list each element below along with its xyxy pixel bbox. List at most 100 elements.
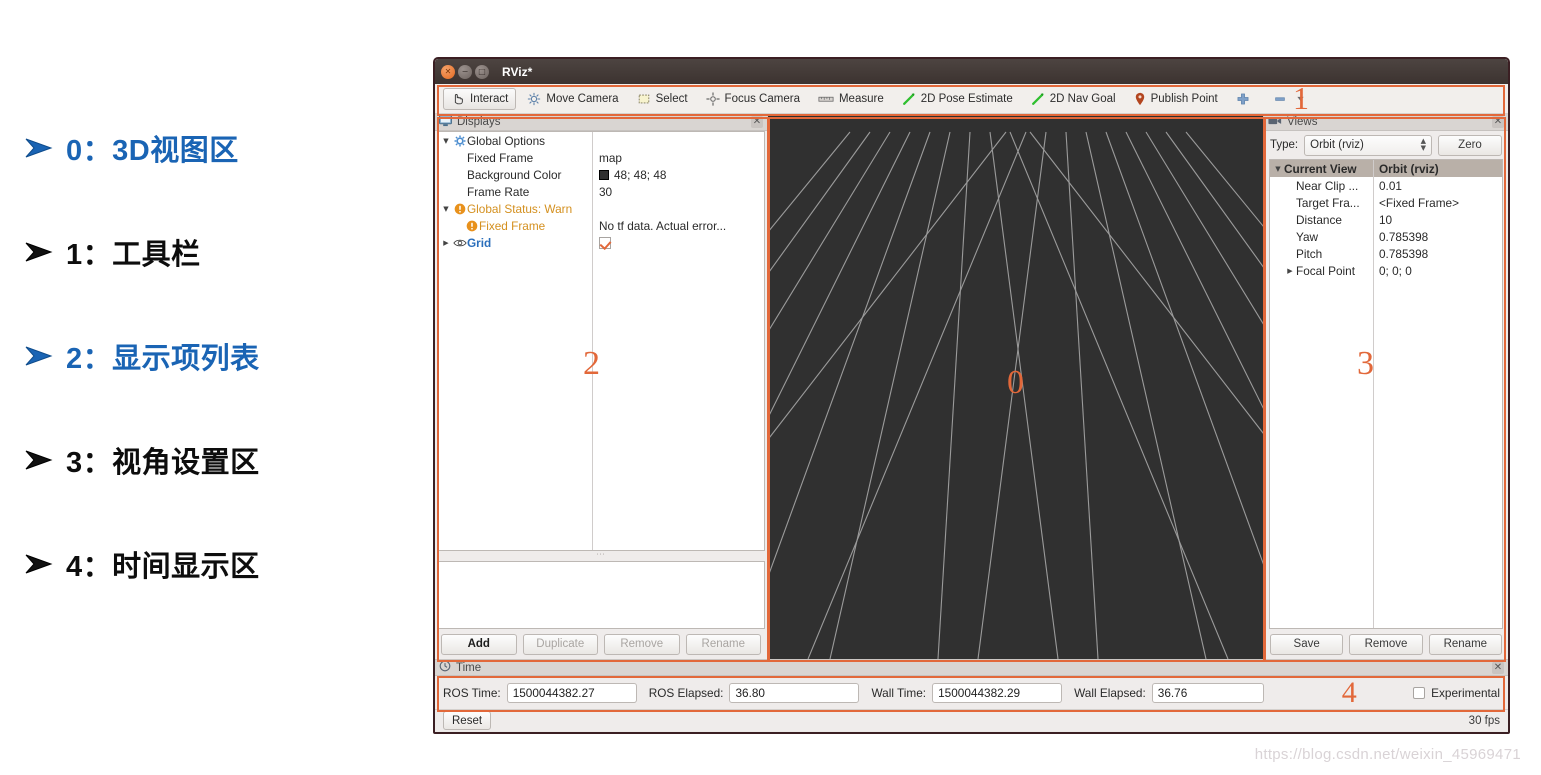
tree-row-fixed-frame[interactable]: Fixed Frame map (438, 149, 764, 166)
experimental-checkbox[interactable] (1413, 686, 1426, 699)
tree-label: Fixed Frame (479, 218, 546, 233)
tree-value-color[interactable]: 48; 48; 48 (592, 168, 666, 182)
views-row-value[interactable]: <Fixed Frame> (1373, 196, 1459, 210)
color-value: 48; 48; 48 (614, 167, 667, 182)
twisty-collapsed-icon[interactable]: ▶ (440, 239, 452, 247)
remove-display-button[interactable]: Remove (604, 633, 680, 655)
duplicate-display-button[interactable]: Duplicate (522, 633, 598, 655)
views-row-value[interactable]: 0.785398 (1373, 230, 1428, 244)
reset-button[interactable]: Reset (443, 711, 492, 730)
close-window-icon[interactable]: ✕ (441, 64, 455, 79)
close-icon[interactable]: ✕ (1492, 116, 1504, 128)
grid-enabled-checkbox[interactable] (599, 236, 611, 249)
tool-label: 2D Pose Estimate (920, 92, 1013, 105)
views-row-value[interactable]: 0; 0; 0 (1373, 264, 1412, 278)
views-row-value[interactable]: 10 (1373, 213, 1392, 227)
twisty-collapsed-icon[interactable]: ▶ (1284, 267, 1296, 275)
tree-row-global-status[interactable]: ▼ Global Status: Warn (438, 200, 764, 217)
bullet-item-2: 2：显示项列表 (0, 304, 420, 408)
bullet-label-2: 2：显示项列表 (66, 343, 260, 375)
remove-view-button[interactable]: Remove (1349, 633, 1423, 655)
time-panel-header: Time ✕ (435, 660, 1508, 676)
add-display-button[interactable]: Add (441, 633, 517, 655)
close-icon[interactable]: ✕ (751, 116, 763, 128)
views-row-name: Focal Point (1296, 263, 1356, 278)
tree-value[interactable]: 30 (592, 185, 612, 199)
tree-row-status-fixed-frame[interactable]: Fixed Frame No tf data. Actual error... (438, 217, 764, 234)
window-title: RViz* (502, 64, 533, 79)
tool-select[interactable]: Select (630, 88, 695, 110)
tree-row-global-options[interactable]: ▼ Global Options (438, 132, 764, 149)
time-panel: Time ✕ ROS Time: 1500044382.27 ROS Elaps… (435, 659, 1508, 709)
ros-elapsed-input[interactable]: 36.80 (729, 682, 860, 703)
close-icon[interactable]: ✕ (1492, 661, 1504, 674)
views-row-value[interactable]: 0.785398 (1373, 247, 1428, 261)
views-row-near-clip[interactable]: Near Clip ... 0.01 (1270, 177, 1502, 194)
tree-row-frame-rate[interactable]: Frame Rate 30 (438, 183, 764, 200)
tool-move-camera[interactable]: Move Camera (520, 88, 625, 110)
views-tree[interactable]: ▼ Current View Orbit (rviz) Near Clip ..… (1269, 159, 1503, 629)
views-row-yaw[interactable]: Yaw 0.785398 (1270, 228, 1502, 245)
tool-label: Focus Camera (724, 92, 800, 105)
views-row-name: Distance (1296, 212, 1342, 227)
displays-tree[interactable]: ▼ Global Options Fixed Frame map Backgro… (437, 131, 765, 551)
tool-2d-nav-goal[interactable]: 2D Nav Goal (1024, 88, 1123, 110)
tool-label: 2D Nav Goal (1049, 92, 1116, 105)
twisty-expanded-icon[interactable]: ▼ (440, 137, 452, 145)
minus-icon (1273, 92, 1287, 106)
views-row-distance[interactable]: Distance 10 (1270, 211, 1502, 228)
views-row-name: Yaw (1296, 229, 1319, 244)
views-button-row: Save Remove Rename (1264, 629, 1508, 659)
save-view-button[interactable]: Save (1270, 633, 1344, 655)
zero-button[interactable]: Zero (1438, 134, 1502, 156)
tree-label: Global Status: Warn (467, 201, 573, 216)
annotation-number-toolbar: 1 (1293, 80, 1309, 116)
pose-arrow-icon (902, 92, 916, 106)
maximize-window-icon[interactable]: □ (475, 64, 489, 79)
tool-interact[interactable]: Interact (443, 87, 517, 110)
views-row-name: Near Clip ... (1296, 178, 1359, 193)
tree-value[interactable]: map (592, 151, 622, 165)
arrow-bullet-icon (24, 137, 66, 159)
minimize-window-icon[interactable]: − (458, 64, 472, 79)
view-type-select[interactable]: Orbit (rviz) ▲ ▼ (1304, 134, 1432, 156)
tree-row-background-color[interactable]: Background Color 48; 48; 48 (438, 166, 764, 183)
annotation-number-viewport: 0 (1007, 364, 1024, 401)
tree-label: Background Color (467, 167, 562, 182)
rename-display-button[interactable]: Rename (685, 633, 761, 655)
tool-add-plus[interactable] (1229, 88, 1262, 110)
rename-view-button[interactable]: Rename (1428, 633, 1502, 655)
wall-elapsed-input[interactable]: 36.76 (1151, 682, 1264, 703)
arrow-bullet-icon (24, 241, 66, 263)
experimental-toggle[interactable]: Experimental (1413, 686, 1500, 700)
bullet-label-1: 1：工具栏 (66, 239, 201, 271)
tool-2d-pose-estimate[interactable]: 2D Pose Estimate (895, 88, 1020, 110)
tool-remove-minus[interactable] (1266, 88, 1317, 110)
main-region: Displays ✕ ▼ Global Options Fixed Frame … (435, 114, 1508, 659)
views-row-pitch[interactable]: Pitch 0.785398 (1270, 245, 1502, 262)
views-type-label: Type: (1270, 139, 1299, 151)
views-row-value[interactable]: 0.01 (1373, 179, 1402, 193)
views-row-target-frame[interactable]: Target Fra... <Fixed Frame> (1270, 194, 1502, 211)
select-rect-icon (637, 92, 651, 106)
3d-viewport[interactable]: 0 (767, 114, 1264, 659)
views-tree-header-row[interactable]: ▼ Current View Orbit (rviz) (1270, 160, 1502, 177)
panel-splitter[interactable]: ⋯ (437, 550, 765, 560)
window-titlebar: ✕ − □ RViz* (435, 59, 1508, 84)
tree-value-checkbox[interactable] (592, 236, 611, 249)
bullet-item-0: 0：3D视图区 (0, 96, 420, 200)
displays-button-row: Add Duplicate Remove Rename (435, 629, 767, 659)
status-bar: Reset 30 fps (435, 709, 1508, 731)
tool-focus-camera[interactable]: Focus Camera (699, 88, 807, 110)
twisty-expanded-icon[interactable]: ▼ (440, 205, 452, 213)
tool-publish-point[interactable]: Publish Point (1127, 88, 1225, 110)
ros-time-input[interactable]: 1500044382.27 (506, 682, 637, 703)
wall-time-input[interactable]: 1500044382.29 (932, 682, 1063, 703)
tool-measure[interactable]: Measure (811, 88, 891, 110)
displays-panel: Displays ✕ ▼ Global Options Fixed Frame … (435, 114, 767, 659)
tree-row-grid[interactable]: ▶ Grid (438, 234, 764, 251)
views-row-focal-point[interactable]: ▶ Focal Point 0; 0; 0 (1270, 262, 1502, 279)
twisty-expanded-icon[interactable]: ▼ (1272, 165, 1284, 173)
bullet-label-3: 3：视角设置区 (66, 447, 260, 479)
spinner-arrows-icon[interactable]: ▲ ▼ (1421, 138, 1426, 152)
